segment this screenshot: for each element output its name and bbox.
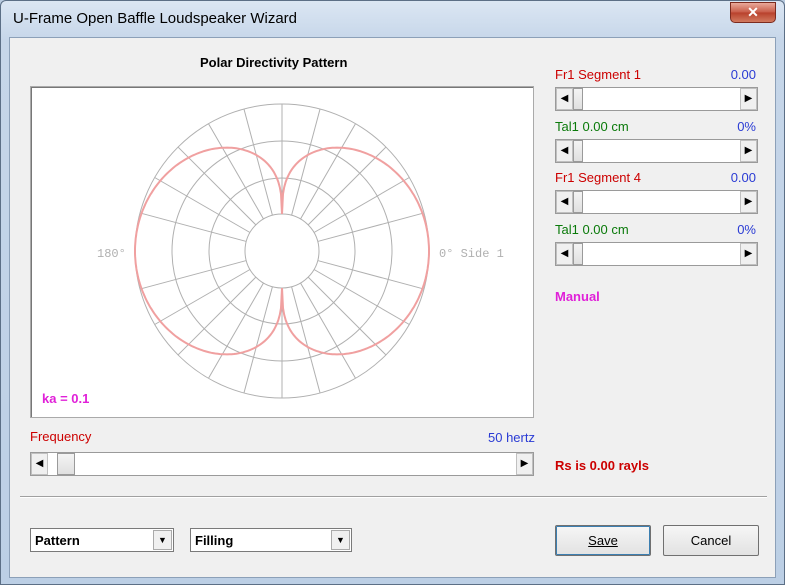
polar-grid <box>134 103 430 399</box>
control-value-1: 0.00 <box>730 67 756 82</box>
control-label-3: Fr1 Segment 4 <box>555 170 641 185</box>
slider-thumb[interactable] <box>573 191 583 213</box>
client-area: Polar Directivity Pattern 180° 0° Side 1… <box>9 37 776 578</box>
frequency-slider[interactable]: ◀ ▶ <box>30 452 534 476</box>
control-slider-1[interactable]: ◀ ▶ <box>555 87 758 111</box>
grid-spoke <box>139 212 247 242</box>
frequency-label: Frequency <box>30 429 92 444</box>
grid-ring <box>244 213 320 289</box>
control-slider-4[interactable]: ◀ ▶ <box>555 242 758 266</box>
angle-label-180: 180° <box>97 247 126 261</box>
control-value-3: 0.00 <box>730 170 756 185</box>
control-label-2: Tal1 0.00 cm <box>555 119 629 134</box>
slider-left-arrow[interactable]: ◀ <box>556 88 573 110</box>
frequency-slider-right-arrow[interactable]: ▶ <box>516 453 533 475</box>
frequency-slider-thumb[interactable] <box>57 453 75 475</box>
title-bar[interactable]: U-Frame Open Baffle Loudspeaker Wizard ✕ <box>1 1 784 37</box>
wizard-window: U-Frame Open Baffle Loudspeaker Wizard ✕… <box>0 0 785 585</box>
slider-thumb[interactable] <box>573 140 583 162</box>
grid-spoke <box>317 260 425 290</box>
polar-title: Polar Directivity Pattern <box>200 55 348 70</box>
pattern-combo-value: Pattern <box>35 533 80 548</box>
grid-spoke <box>317 212 425 242</box>
control-label-1: Fr1 Segment 1 <box>555 67 641 82</box>
ka-label: ka = 0.1 <box>42 391 90 406</box>
control-slider-2[interactable]: ◀ ▶ <box>555 139 758 163</box>
chevron-down-icon[interactable]: ▼ <box>331 530 350 550</box>
filling-combo[interactable]: Filling ▼ <box>190 528 352 552</box>
control-value-4: 0% <box>737 222 756 237</box>
frequency-slider-left-arrow[interactable]: ◀ <box>31 453 48 475</box>
save-button-label: Save <box>588 533 618 548</box>
frequency-value: 50 hertz <box>488 430 535 445</box>
mode-label: Manual <box>555 289 600 304</box>
grid-spoke <box>291 286 321 394</box>
filling-combo-value: Filling <box>195 533 234 548</box>
polar-svg: 180° 0° Side 1 <box>97 103 504 399</box>
close-button[interactable]: ✕ <box>730 2 776 23</box>
pattern-combo[interactable]: Pattern ▼ <box>30 528 174 552</box>
grid-spoke <box>243 286 273 394</box>
close-icon: ✕ <box>747 4 759 20</box>
slider-left-arrow[interactable]: ◀ <box>556 243 573 265</box>
slider-right-arrow[interactable]: ▶ <box>740 243 757 265</box>
chevron-down-icon[interactable]: ▼ <box>153 530 172 550</box>
control-value-2: 0% <box>737 119 756 134</box>
slider-right-arrow[interactable]: ▶ <box>740 191 757 213</box>
slider-right-arrow[interactable]: ▶ <box>740 140 757 162</box>
separator <box>20 496 767 498</box>
save-button[interactable]: Save <box>555 525 651 556</box>
control-slider-3[interactable]: ◀ ▶ <box>555 190 758 214</box>
window-title: U-Frame Open Baffle Loudspeaker Wizard <box>13 10 298 27</box>
control-label-4: Tal1 0.00 cm <box>555 222 629 237</box>
grid-spoke <box>291 108 321 216</box>
grid-spoke <box>139 260 247 290</box>
polar-plot: 180° 0° Side 1 ka = 0.1 <box>30 86 534 418</box>
angle-label-0-side1: 0° Side 1 <box>439 247 504 261</box>
slider-thumb[interactable] <box>573 88 583 110</box>
slider-left-arrow[interactable]: ◀ <box>556 191 573 213</box>
slider-left-arrow[interactable]: ◀ <box>556 140 573 162</box>
slider-thumb[interactable] <box>573 243 583 265</box>
slider-right-arrow[interactable]: ▶ <box>740 88 757 110</box>
cancel-button[interactable]: Cancel <box>663 525 759 556</box>
rs-label: Rs is 0.00 rayls <box>555 458 649 473</box>
grid-spoke <box>243 108 273 216</box>
cancel-button-label: Cancel <box>690 533 732 548</box>
